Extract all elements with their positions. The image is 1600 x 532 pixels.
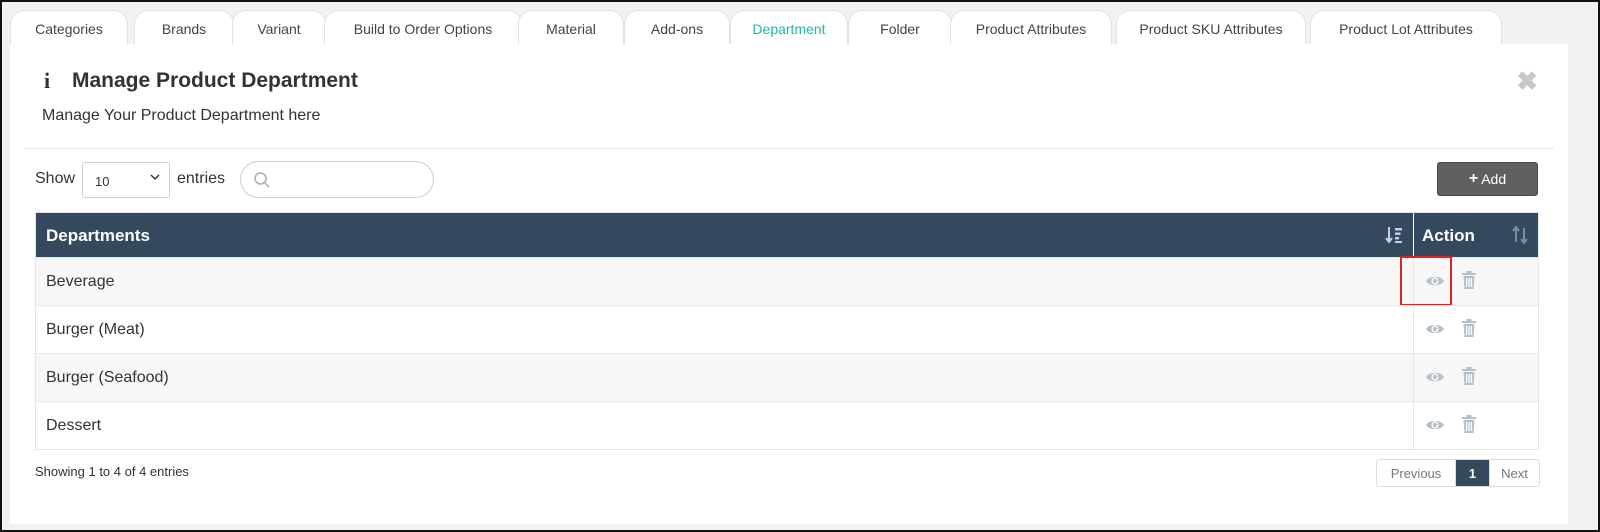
close-icon[interactable]: ✖ bbox=[1516, 68, 1538, 94]
pagination: Previous 1 Next bbox=[1376, 459, 1540, 487]
chevron-down-icon bbox=[150, 174, 160, 181]
department-name: Burger (Seafood) bbox=[46, 369, 169, 386]
tab-label: Product SKU Attributes bbox=[1139, 20, 1283, 37]
table-header: Departments Action bbox=[36, 213, 1538, 257]
delete-trash-icon[interactable] bbox=[1462, 271, 1476, 289]
tab-build-to-order-options[interactable]: Build to Order Options bbox=[324, 10, 522, 46]
entries-select-value: 10 bbox=[95, 174, 110, 189]
delete-trash-icon[interactable] bbox=[1462, 415, 1476, 433]
column-separator bbox=[1413, 306, 1414, 353]
search-input[interactable] bbox=[240, 161, 434, 198]
table-row: Burger (Meat) bbox=[36, 305, 1538, 353]
tab-product-lot-attributes[interactable]: Product Lot Attributes bbox=[1310, 10, 1502, 46]
tab-product-sku-attributes[interactable]: Product SKU Attributes bbox=[1116, 10, 1306, 46]
show-label: Show bbox=[35, 170, 76, 187]
tab-label: Categories bbox=[35, 20, 103, 37]
app-frame: Categories Brands Variant Build to Order… bbox=[0, 0, 1600, 532]
entries-label: entries bbox=[177, 170, 226, 187]
tab-label: Add-ons bbox=[650, 20, 704, 37]
info-icon: i bbox=[43, 68, 51, 93]
tab-bar: Categories Brands Variant Build to Order… bbox=[10, 4, 1570, 46]
tab-label: Folder bbox=[880, 20, 920, 37]
delete-trash-icon[interactable] bbox=[1462, 319, 1476, 337]
add-button[interactable]: + Add bbox=[1437, 162, 1538, 196]
view-eye-icon[interactable] bbox=[1425, 369, 1445, 385]
table-row: Burger (Seafood) bbox=[36, 353, 1538, 401]
tab-department[interactable]: Department bbox=[730, 10, 848, 46]
next-button[interactable]: Next bbox=[1489, 460, 1539, 486]
department-name: Burger (Meat) bbox=[46, 321, 145, 338]
delete-trash-icon[interactable] bbox=[1462, 367, 1476, 385]
column-separator bbox=[1413, 402, 1414, 449]
search-icon bbox=[254, 172, 270, 188]
column-separator bbox=[1413, 354, 1414, 401]
tab-label: Product Lot Attributes bbox=[1339, 20, 1473, 37]
sort-descending-icon[interactable] bbox=[1385, 225, 1403, 245]
tab-add-ons[interactable]: Add-ons bbox=[624, 10, 730, 46]
view-eye-icon[interactable] bbox=[1425, 321, 1445, 337]
previous-button[interactable]: Previous bbox=[1377, 460, 1456, 486]
page-title-text: Manage Product Department bbox=[72, 69, 358, 92]
department-name: Dessert bbox=[46, 417, 102, 434]
sort-icon[interactable] bbox=[1512, 225, 1528, 245]
tab-label: Brands bbox=[161, 20, 207, 37]
column-header-departments[interactable]: Departments bbox=[46, 226, 150, 246]
view-eye-icon[interactable] bbox=[1425, 417, 1445, 433]
tab-brands[interactable]: Brands bbox=[134, 10, 234, 46]
tab-material[interactable]: Material bbox=[518, 10, 624, 46]
plus-icon: + bbox=[1468, 170, 1479, 187]
column-separator bbox=[1413, 213, 1414, 257]
tab-variant[interactable]: Variant bbox=[232, 10, 326, 46]
tab-label: Variant bbox=[257, 20, 301, 37]
department-name: Beverage bbox=[46, 273, 115, 290]
page-1-button[interactable]: 1 bbox=[1456, 460, 1489, 486]
page-title: i Manage Product Department bbox=[40, 68, 358, 94]
tab-label: Build to Order Options bbox=[353, 20, 493, 37]
showing-entries-text: Showing 1 to 4 of 4 entries bbox=[35, 464, 189, 479]
divider bbox=[24, 148, 1554, 149]
entries-select[interactable]: 10 bbox=[82, 162, 170, 198]
page-subtitle: Manage Your Product Department here bbox=[42, 107, 321, 124]
departments-table: Departments Action Beverage Burger (Meat… bbox=[35, 212, 1539, 450]
tab-folder[interactable]: Folder bbox=[848, 10, 952, 46]
table-row: Dessert bbox=[36, 401, 1538, 449]
tab-label: Product Attributes bbox=[975, 20, 1087, 37]
add-button-label: Add bbox=[1481, 171, 1507, 187]
view-eye-icon[interactable] bbox=[1425, 273, 1445, 289]
column-header-action: Action bbox=[1422, 226, 1475, 245]
tab-product-attributes[interactable]: Product Attributes bbox=[950, 10, 1112, 46]
tab-label: Department bbox=[752, 20, 826, 37]
tab-label: Material bbox=[546, 20, 596, 37]
table-row: Beverage bbox=[36, 256, 1538, 306]
department-panel: i Manage Product Department Manage Your … bbox=[10, 44, 1568, 524]
tab-categories[interactable]: Categories bbox=[10, 10, 128, 46]
